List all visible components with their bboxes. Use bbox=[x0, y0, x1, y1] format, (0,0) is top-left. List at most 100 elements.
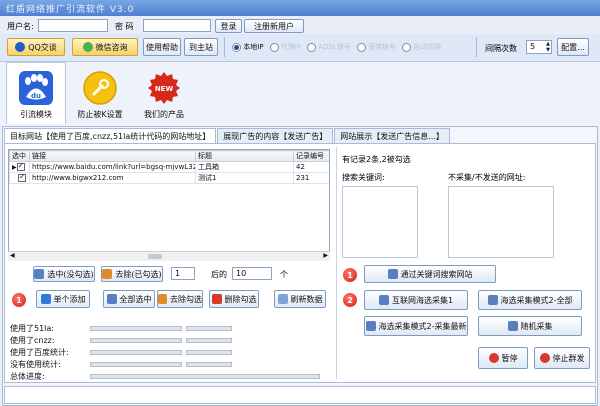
step1-badge: 1 bbox=[12, 293, 26, 307]
id-cell[interactable]: 231 bbox=[293, 172, 329, 184]
ip-option-proxy[interactable]: 代理IP bbox=[269, 42, 301, 52]
pause-label: 暂停 bbox=[501, 353, 518, 363]
stat-label: 使用了cnzz: bbox=[10, 335, 55, 345]
qq-icon bbox=[15, 42, 26, 52]
exclude-urls-textarea[interactable] bbox=[448, 186, 554, 258]
mass-collect-all-button[interactable]: 海选采集模式2-全部 bbox=[478, 290, 582, 310]
pause-button[interactable]: 暂停 bbox=[478, 347, 528, 369]
random-collect-button[interactable]: 随机采集 bbox=[478, 316, 582, 336]
interval-spinner[interactable]: 5 ▲ ▼ bbox=[526, 40, 552, 54]
qq-chat-button[interactable]: QQ交谈 bbox=[7, 38, 65, 56]
help-button[interactable]: 使用帮助 bbox=[143, 38, 181, 56]
password-input[interactable] bbox=[143, 19, 211, 32]
horizontal-scrollbar[interactable]: ◀ ▶ bbox=[8, 251, 330, 261]
row-select-cell[interactable]: ▶ bbox=[9, 161, 30, 173]
stat-row: 使用了百度统计: bbox=[10, 346, 330, 358]
random-collect-label: 随机采集 bbox=[520, 321, 553, 331]
module-anti-k[interactable]: 防止被K设置 bbox=[70, 62, 130, 124]
toolbar-divider bbox=[476, 37, 477, 57]
tab-target-sites[interactable]: 目标网站【使用了百度,cnzz,51la统计代码的网站地址】 bbox=[4, 128, 217, 144]
ip-option-auto[interactable]: 自动切换 bbox=[402, 42, 441, 52]
grid-icon bbox=[387, 269, 398, 279]
delete-checked-label: 删除勾选 bbox=[224, 294, 257, 304]
mass-collect-latest-button[interactable]: 海选采集模式2-采集最新 bbox=[364, 316, 468, 336]
wrench-icon bbox=[83, 71, 117, 105]
select-unchecked-button[interactable]: 选中(没勾选) bbox=[33, 266, 95, 282]
link-cell[interactable]: http://www.bigwx212.com bbox=[29, 172, 196, 184]
mass-collect-all-label: 海选采集模式2-全部 bbox=[500, 295, 573, 305]
ip-option-label: ADSL拨号 bbox=[318, 43, 351, 51]
add-single-button[interactable]: 单个添加 bbox=[36, 290, 90, 308]
table-row[interactable]: ▶ https://www.baidu.com/link?url=bgsq-mj… bbox=[9, 161, 329, 173]
ip-mode-group: 本地IP 代理IP ADSL拨号 宽带拨号 自动切换 bbox=[232, 42, 441, 52]
mass-collect-latest-label: 海选采集模式2-采集最新 bbox=[378, 321, 467, 331]
column-header[interactable]: 链接 bbox=[29, 150, 196, 162]
refresh-button[interactable]: 刷新数据 bbox=[274, 290, 326, 308]
svg-text:NEW: NEW bbox=[155, 85, 174, 93]
range-count-value: 10 bbox=[236, 269, 247, 278]
config-button[interactable]: 配置... bbox=[557, 38, 589, 56]
step1-badge: 1 bbox=[343, 268, 357, 282]
wechat-icon bbox=[82, 42, 93, 52]
module-traffic-label: 引流模块 bbox=[20, 110, 52, 119]
keywords-textarea[interactable] bbox=[342, 186, 418, 258]
module-traffic[interactable]: du 引流模块 bbox=[6, 62, 66, 124]
progress-bar bbox=[186, 325, 232, 331]
total-progress-bar bbox=[90, 373, 320, 379]
title-bar: 红盾网络推广引流软件 V3.0 bbox=[0, 0, 600, 16]
title-cell[interactable]: 工具箱 bbox=[195, 161, 294, 173]
table-row[interactable]: http://www.bigwx212.com 测试1 231 bbox=[9, 172, 329, 184]
id-cell[interactable]: 42 bbox=[293, 161, 329, 173]
mass-collect-1-button[interactable]: 互联网海选采集1 bbox=[364, 290, 468, 310]
module-products[interactable]: NEW 我们的产品 bbox=[134, 62, 194, 124]
module-products-label: 我们的产品 bbox=[144, 110, 184, 119]
grid-icon bbox=[378, 295, 389, 305]
refresh-icon bbox=[277, 294, 288, 304]
tab-ad-content[interactable]: 展现广告的内容【发送广告】 bbox=[217, 128, 334, 144]
record-summary: 有记录2条,2被勾选 bbox=[342, 155, 411, 164]
stop-label: 停止群发 bbox=[552, 353, 585, 363]
delete-checked-button[interactable]: 删除勾选 bbox=[209, 290, 259, 308]
wechat-button[interactable]: 微信咨询 bbox=[72, 38, 138, 56]
title-cell[interactable]: 测试1 bbox=[195, 172, 294, 184]
log-area bbox=[4, 386, 596, 404]
add-single-label: 单个添加 bbox=[53, 294, 86, 304]
link-cell[interactable]: https://www.baidu.com/link?url=bgsq-mjvw… bbox=[29, 161, 196, 173]
ip-option-broadband[interactable]: 宽带拨号 bbox=[356, 42, 396, 52]
register-button[interactable]: 注册新用户 bbox=[244, 19, 304, 33]
progress-bar bbox=[90, 325, 182, 331]
keyword-search-button[interactable]: 通过关键词搜索网站 bbox=[364, 265, 496, 283]
home-button[interactable]: 到主站 bbox=[184, 38, 218, 56]
column-header[interactable]: 标题 bbox=[195, 150, 294, 162]
stop-broadcast-button[interactable]: 停止群发 bbox=[534, 347, 590, 369]
ip-option-local[interactable]: 本地IP bbox=[232, 42, 264, 52]
select-all-button[interactable]: 全部选中 bbox=[103, 290, 155, 308]
range-count-spinner[interactable]: 10 bbox=[232, 267, 272, 280]
stat-row: 总体进度: bbox=[10, 370, 330, 382]
stats-panel: 使用了51la: 使用了cnzz: 使用了百度统计: 没有使用统计: 总体进度: bbox=[10, 322, 330, 382]
username-input[interactable] bbox=[38, 19, 108, 32]
password-label: 密 码 bbox=[115, 22, 134, 31]
remove-checked-button[interactable]: 去除勾选 bbox=[157, 290, 203, 308]
target-sites-table[interactable]: 选中 链接 标题 记录编号 ▶ https://www.baidu.com/li… bbox=[8, 149, 330, 261]
scroll-thumb[interactable] bbox=[148, 254, 162, 259]
row-select-cell[interactable] bbox=[9, 172, 30, 184]
grid-icon bbox=[487, 295, 498, 305]
tab-site-display[interactable]: 网站展示【发送广告信息...】 bbox=[334, 128, 450, 144]
column-header[interactable]: 记录编号 bbox=[293, 150, 329, 162]
progress-bar bbox=[90, 337, 182, 343]
column-header[interactable]: 选中 bbox=[9, 150, 30, 162]
deselect-checked-button[interactable]: 去除(已勾选) bbox=[101, 266, 163, 282]
pause-icon bbox=[488, 353, 499, 363]
scroll-left-icon[interactable]: ◀ bbox=[10, 252, 15, 259]
ip-option-adsl[interactable]: ADSL拨号 bbox=[307, 42, 351, 52]
row-checkbox[interactable] bbox=[16, 163, 25, 171]
scroll-right-icon[interactable]: ▶ bbox=[323, 252, 328, 259]
login-button[interactable]: 登录 bbox=[215, 19, 242, 33]
range-start-value: 1 bbox=[175, 269, 181, 278]
row-checkbox[interactable] bbox=[18, 174, 26, 182]
step2-badge: 2 bbox=[343, 293, 357, 307]
keywords-label: 搜索关键词: bbox=[342, 173, 385, 182]
range-start-spinner[interactable]: 1 bbox=[171, 267, 195, 280]
toolbar-divider bbox=[224, 37, 225, 57]
